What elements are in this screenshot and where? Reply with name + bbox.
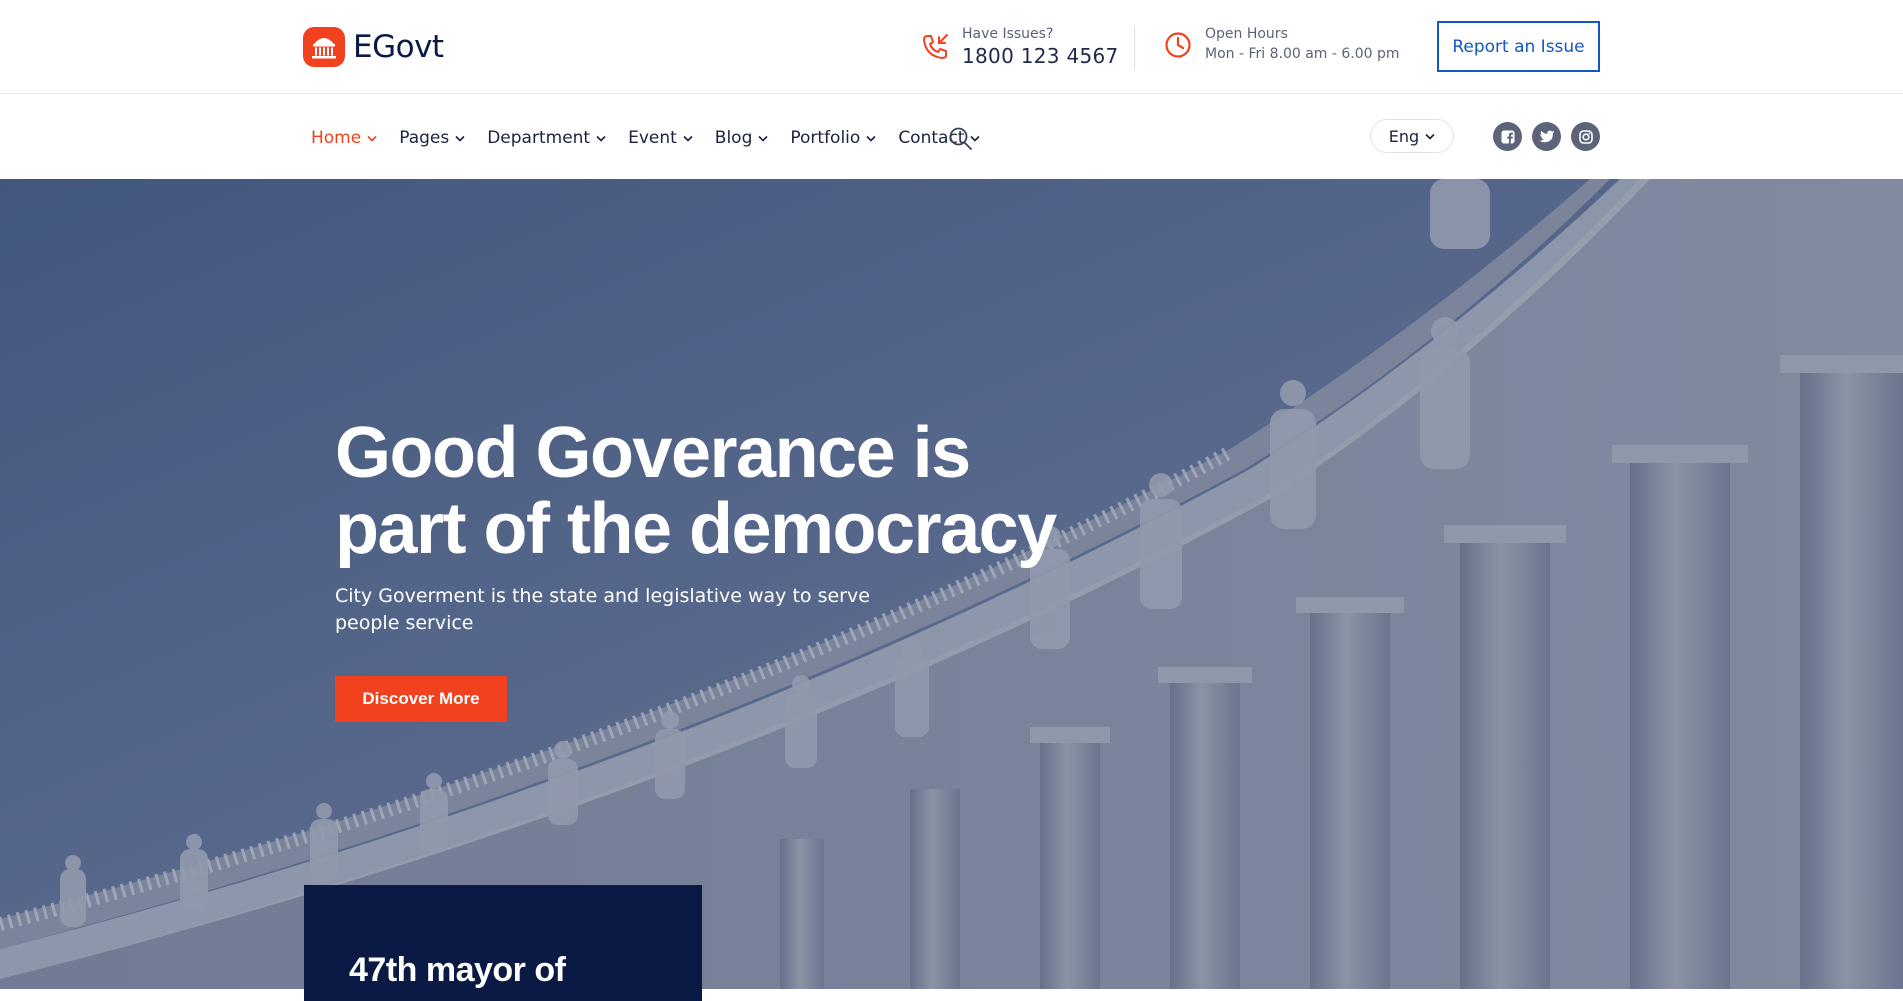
search-icon[interactable] bbox=[948, 126, 973, 155]
chevron-down-icon bbox=[367, 135, 377, 142]
instagram-icon[interactable] bbox=[1571, 122, 1600, 151]
hero-background-image bbox=[0, 179, 1903, 989]
nav-label: Blog bbox=[714, 128, 753, 148]
twitter-icon[interactable] bbox=[1532, 122, 1561, 151]
language-value: Eng bbox=[1388, 126, 1420, 146]
section-divider bbox=[702, 989, 1903, 1001]
chevron-down-icon bbox=[596, 135, 606, 142]
hours-value: Mon - Fri 8.00 am - 6.00 pm bbox=[1205, 46, 1400, 62]
hero-subtitle: City Goverment is the state and legislat… bbox=[335, 583, 875, 637]
nav-label: Pages bbox=[399, 128, 450, 148]
social-links bbox=[1493, 122, 1600, 151]
hours-contact: Open Hours Mon - Fri 8.00 am - 6.00 pm bbox=[1163, 24, 1400, 64]
nav-item-event[interactable]: Event bbox=[628, 126, 693, 150]
hero-title-line: Good Goverance is bbox=[335, 413, 971, 493]
chevron-down-icon bbox=[758, 135, 768, 142]
nav-item-portfolio[interactable]: Portfolio bbox=[790, 126, 876, 150]
hero-title-line: part of the democracy bbox=[335, 489, 1057, 569]
logo[interactable]: EGovt bbox=[303, 27, 444, 67]
hero-section: Good Goverance is part of the democracy … bbox=[0, 179, 1903, 989]
main-navigation: Home Pages Department Event Blog Portfol… bbox=[0, 95, 1903, 179]
mayor-heading: 47th mayor of bbox=[349, 951, 566, 989]
chevron-down-icon bbox=[683, 135, 693, 142]
nav-item-department[interactable]: Department bbox=[487, 126, 606, 150]
nav-item-home[interactable]: Home bbox=[311, 126, 377, 150]
brand-name: EGovt bbox=[353, 29, 444, 65]
discover-more-button[interactable]: Discover More bbox=[335, 676, 507, 722]
nav-item-pages[interactable]: Pages bbox=[399, 126, 465, 150]
capitol-icon bbox=[303, 27, 345, 67]
hero-subtitle-line: City Goverment is the state and legislat… bbox=[335, 585, 870, 607]
issues-contact: Have Issues? 1800 123 4567 bbox=[920, 24, 1119, 68]
hero-title: Good Goverance is part of the democracy bbox=[335, 415, 1095, 567]
nav-label: Event bbox=[628, 128, 677, 148]
mayor-card: 47th mayor of bbox=[304, 885, 702, 1001]
phone-number[interactable]: 1800 123 4567 bbox=[962, 44, 1119, 68]
hero-subtitle-line: people service bbox=[335, 612, 474, 634]
nav-label: Home bbox=[311, 128, 362, 148]
nav-menu: Home Pages Department Event Blog Portfol… bbox=[311, 126, 1002, 150]
clock-icon bbox=[1163, 30, 1193, 64]
nav-label: Portfolio bbox=[790, 128, 861, 148]
facebook-icon[interactable] bbox=[1493, 122, 1522, 151]
phone-icon bbox=[920, 32, 950, 66]
chevron-down-icon bbox=[455, 135, 465, 142]
hours-label: Open Hours bbox=[1205, 26, 1288, 42]
language-select[interactable]: Eng bbox=[1370, 119, 1454, 153]
top-bar: EGovt Have Issues? 1800 123 4567 Open Ho… bbox=[0, 0, 1903, 94]
report-issue-button[interactable]: Report an Issue bbox=[1437, 21, 1600, 72]
nav-label: Department bbox=[487, 128, 591, 148]
chevron-down-icon bbox=[1425, 133, 1435, 140]
nav-item-blog[interactable]: Blog bbox=[715, 126, 769, 150]
header-divider bbox=[1134, 26, 1135, 70]
issues-label: Have Issues? bbox=[962, 26, 1054, 42]
chevron-down-icon bbox=[866, 135, 876, 142]
